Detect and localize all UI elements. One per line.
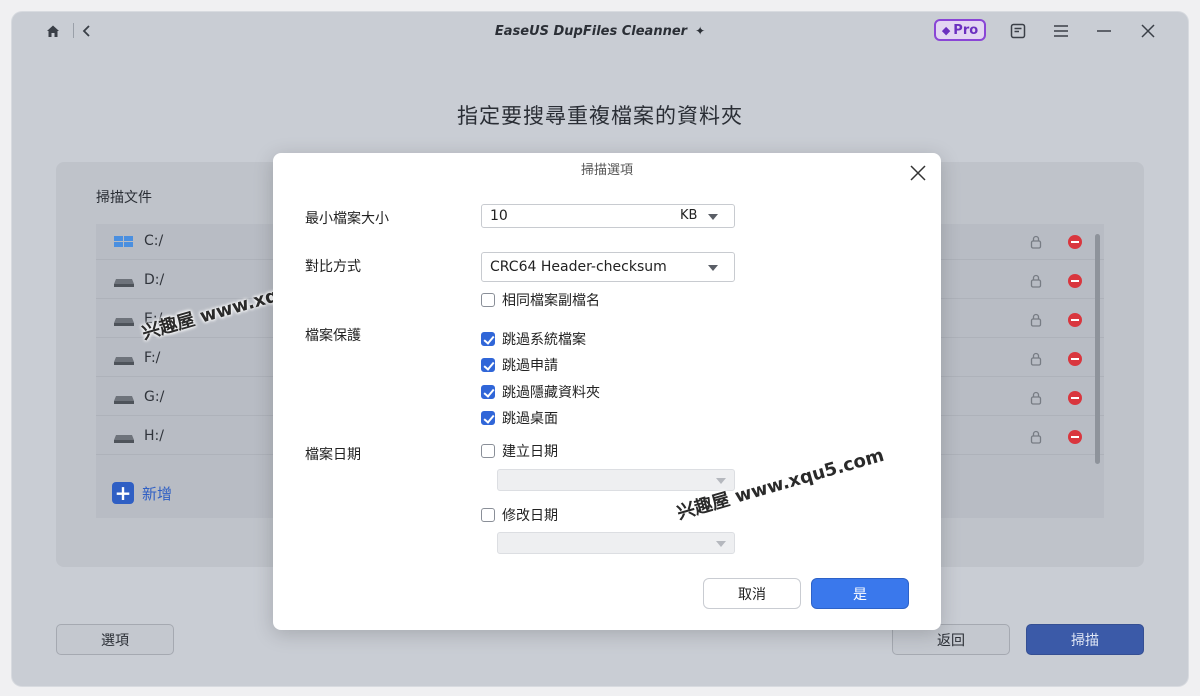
skip-system-files-label: 跳過系統檔案: [502, 332, 586, 348]
cancel-button[interactable]: 取消: [703, 578, 801, 609]
options-button[interactable]: 選項: [56, 624, 174, 655]
drive-label: G:/: [144, 389, 165, 405]
remove-icon[interactable]: [1068, 313, 1082, 327]
skip-applications-checkbox[interactable]: 跳過申請: [481, 355, 558, 375]
drive-label: F:/: [144, 350, 161, 366]
lock-icon[interactable]: [1029, 391, 1043, 405]
remove-icon[interactable]: [1068, 274, 1082, 288]
file-date-label: 檔案日期: [305, 447, 361, 463]
plus-icon: +: [112, 482, 134, 504]
same-extension-checkbox[interactable]: 相同檔案副檔名: [481, 290, 600, 310]
close-icon[interactable]: [909, 164, 927, 182]
min-size-select[interactable]: 10 KB: [481, 204, 735, 228]
app-title: EaseUS DupFiles Cleanner: [494, 23, 688, 39]
skip-hidden-folders-checkbox[interactable]: 跳過隱藏資料夾: [481, 382, 600, 402]
lock-icon[interactable]: [1029, 274, 1043, 288]
dialog-title: 掃描選項: [580, 163, 633, 178]
windows-drive-icon: [114, 236, 133, 247]
chevron-down-icon: [716, 478, 726, 484]
skip-system-files-checkbox[interactable]: 跳過系統檔案: [481, 329, 586, 349]
lock-icon[interactable]: [1029, 235, 1043, 249]
modified-date-select[interactable]: [497, 532, 735, 554]
diamond-icon: ◆: [941, 23, 951, 37]
disk-drive-icon: [114, 396, 134, 404]
remove-icon[interactable]: [1068, 391, 1082, 405]
minimize-icon[interactable]: [1095, 22, 1113, 40]
file-protection-label: 檔案保護: [305, 328, 361, 344]
lock-icon[interactable]: [1029, 352, 1043, 366]
min-size-value: 10: [490, 208, 508, 224]
scan-panel-label: 掃描文件: [96, 190, 152, 206]
chevron-down-icon: [708, 214, 718, 220]
add-folder-button[interactable]: + 新增: [112, 482, 172, 504]
feedback-icon[interactable]: [1009, 22, 1027, 40]
skip-desktop-label: 跳過桌面: [502, 411, 558, 427]
same-extension-label: 相同檔案副檔名: [502, 293, 600, 309]
skip-hidden-folders-label: 跳過隱藏資料夾: [502, 385, 600, 401]
min-size-label: 最小檔案大小: [305, 211, 389, 227]
scan-button[interactable]: 掃描: [1026, 624, 1144, 655]
disk-drive-icon: [114, 279, 134, 287]
title-bar: EaseUS DupFiles Cleanner ✦ ◆ Pro: [12, 12, 1188, 50]
remove-icon[interactable]: [1068, 352, 1082, 366]
pro-label: Pro: [953, 22, 979, 38]
chevron-down-icon: [716, 541, 726, 547]
lock-icon[interactable]: [1029, 430, 1043, 444]
disk-drive-icon: [114, 435, 134, 443]
menu-icon[interactable]: [1052, 22, 1070, 40]
lock-icon[interactable]: [1029, 313, 1043, 327]
disk-drive-icon: [114, 357, 134, 365]
created-date-checkbox[interactable]: 建立日期: [481, 441, 558, 461]
chevron-down-icon: [708, 265, 718, 271]
drive-list-scrollbar[interactable]: [1095, 234, 1100, 464]
checkbox-checked-icon: [481, 385, 495, 399]
page-title: 指定要搜尋重複檔案的資料夾: [457, 104, 743, 128]
close-icon[interactable]: [1139, 22, 1157, 40]
checkbox-checked-icon: [481, 411, 495, 425]
compare-method-select[interactable]: CRC64 Header-checksum: [481, 252, 735, 282]
skip-applications-label: 跳過申請: [502, 358, 558, 374]
checkbox-icon: [481, 444, 495, 458]
drive-label: D:/: [144, 272, 165, 288]
remove-icon[interactable]: [1068, 430, 1082, 444]
min-size-unit: KB: [680, 208, 698, 223]
compare-method-label: 對比方式: [305, 259, 361, 275]
checkbox-checked-icon: [481, 358, 495, 372]
created-date-select[interactable]: [497, 469, 735, 491]
remove-icon[interactable]: [1068, 235, 1082, 249]
scan-options-dialog: 掃描選項 最小檔案大小 10 KB 對比方式 CRC64 Header-chec…: [273, 153, 941, 630]
compare-method-value: CRC64 Header-checksum: [490, 259, 667, 275]
checkbox-checked-icon: [481, 332, 495, 346]
drive-label: H:/: [144, 428, 164, 444]
confirm-button[interactable]: 是: [811, 578, 909, 609]
modified-date-label: 修改日期: [502, 508, 558, 524]
skip-desktop-checkbox[interactable]: 跳過桌面: [481, 408, 558, 428]
add-folder-label: 新增: [142, 484, 173, 503]
created-date-label: 建立日期: [502, 444, 558, 460]
disk-drive-icon: [114, 318, 134, 326]
sparkle-icon: ✦: [695, 24, 706, 38]
drive-label: C:/: [144, 233, 164, 249]
pro-badge[interactable]: ◆ Pro: [934, 19, 986, 41]
checkbox-icon: [481, 293, 495, 307]
modified-date-checkbox[interactable]: 修改日期: [481, 505, 558, 525]
checkbox-icon: [481, 508, 495, 522]
